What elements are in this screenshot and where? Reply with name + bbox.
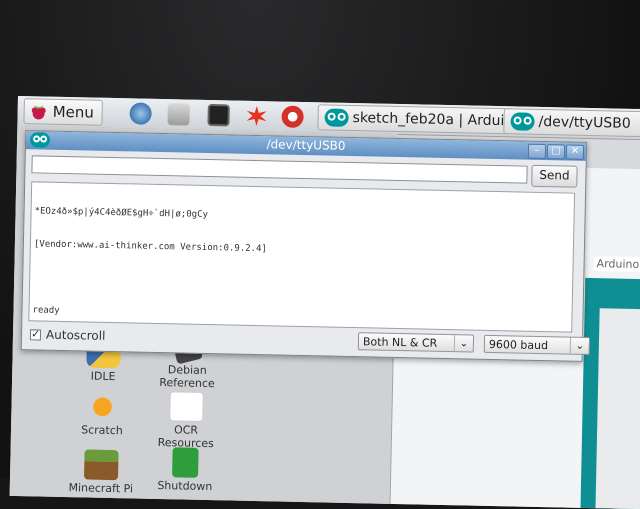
desktop-icon-ocr-resources[interactable]: OCR Resources xyxy=(141,391,232,451)
file-manager-icon[interactable] xyxy=(167,103,190,126)
send-button[interactable]: Send xyxy=(531,164,578,188)
web-browser-icon[interactable] xyxy=(129,102,152,125)
task-button-serial[interactable]: /dev/ttyUSB0 xyxy=(503,108,640,138)
raspberry-pi-icon xyxy=(31,105,46,120)
screen: Menu sketch_feb20a | Ardui /dev/ttyUSB0 … xyxy=(9,96,640,509)
ocr-icon xyxy=(169,391,204,422)
output-line: ready xyxy=(32,305,60,316)
baud-rate-value: 9600 baud xyxy=(488,337,549,353)
minecraft-icon xyxy=(83,449,119,481)
terminal-icon[interactable] xyxy=(207,103,230,127)
chevron-down-icon: ⌄ xyxy=(453,335,474,352)
arduino-window-label: Arduino xyxy=(593,256,640,273)
desktop-icon-minecraft-pi[interactable]: Minecraft Pi xyxy=(56,449,147,496)
star-burst-icon xyxy=(246,106,267,126)
wolfram-icon[interactable] xyxy=(281,105,304,128)
exit-icon xyxy=(172,447,199,478)
menu-label: Menu xyxy=(52,102,95,122)
arduino-editor-area xyxy=(595,308,640,509)
autoscroll-label: Autoscroll xyxy=(45,327,106,343)
task-label: /dev/ttyUSB0 xyxy=(538,113,631,132)
line-ending-value: Both NL & CR xyxy=(362,335,438,350)
serial-input[interactable] xyxy=(31,155,528,184)
maximize-button[interactable]: □ xyxy=(546,144,566,160)
arduino-icon xyxy=(324,108,349,127)
task-label: sketch_feb20a | Ardui xyxy=(352,110,505,130)
scratch-cat-icon xyxy=(85,391,120,423)
line-ending-select[interactable]: Both NL & CR ⌄ xyxy=(357,332,475,353)
desktop-icon-scratch[interactable]: Scratch xyxy=(57,391,148,438)
menu-button[interactable]: Menu xyxy=(23,98,104,126)
autoscroll-checkbox[interactable] xyxy=(29,328,42,341)
baud-rate-select[interactable]: 9600 baud ⌄ xyxy=(483,334,591,356)
math-kernel-icon[interactable] xyxy=(245,105,267,127)
desktop-icon-shutdown[interactable]: Shutdown xyxy=(140,447,231,494)
close-button[interactable]: ✕ xyxy=(565,144,585,160)
serial-monitor-window: /dev/ttyUSB0 – □ ✕ Send *EOz4ð»$p|ý4C4èð… xyxy=(20,130,591,362)
arduino-icon xyxy=(510,112,535,131)
minimize-button[interactable]: – xyxy=(527,143,547,160)
serial-output[interactable]: *EOz4ð»$p|ý4C4èðØE$gH÷`dH|ø;0gCy [Vendor… xyxy=(28,181,576,333)
output-line: [Vendor:www.ai-thinker.com Version:0.9.2… xyxy=(33,239,267,255)
autoscroll-toggle[interactable]: Autoscroll xyxy=(29,327,106,343)
chevron-down-icon: ⌄ xyxy=(569,337,590,355)
task-button-sketch[interactable]: sketch_feb20a | Ardui xyxy=(317,104,512,135)
output-line: *EOz4ð»$p|ý4C4èðØE$gH÷`dH|ø;0gCy xyxy=(34,206,209,221)
